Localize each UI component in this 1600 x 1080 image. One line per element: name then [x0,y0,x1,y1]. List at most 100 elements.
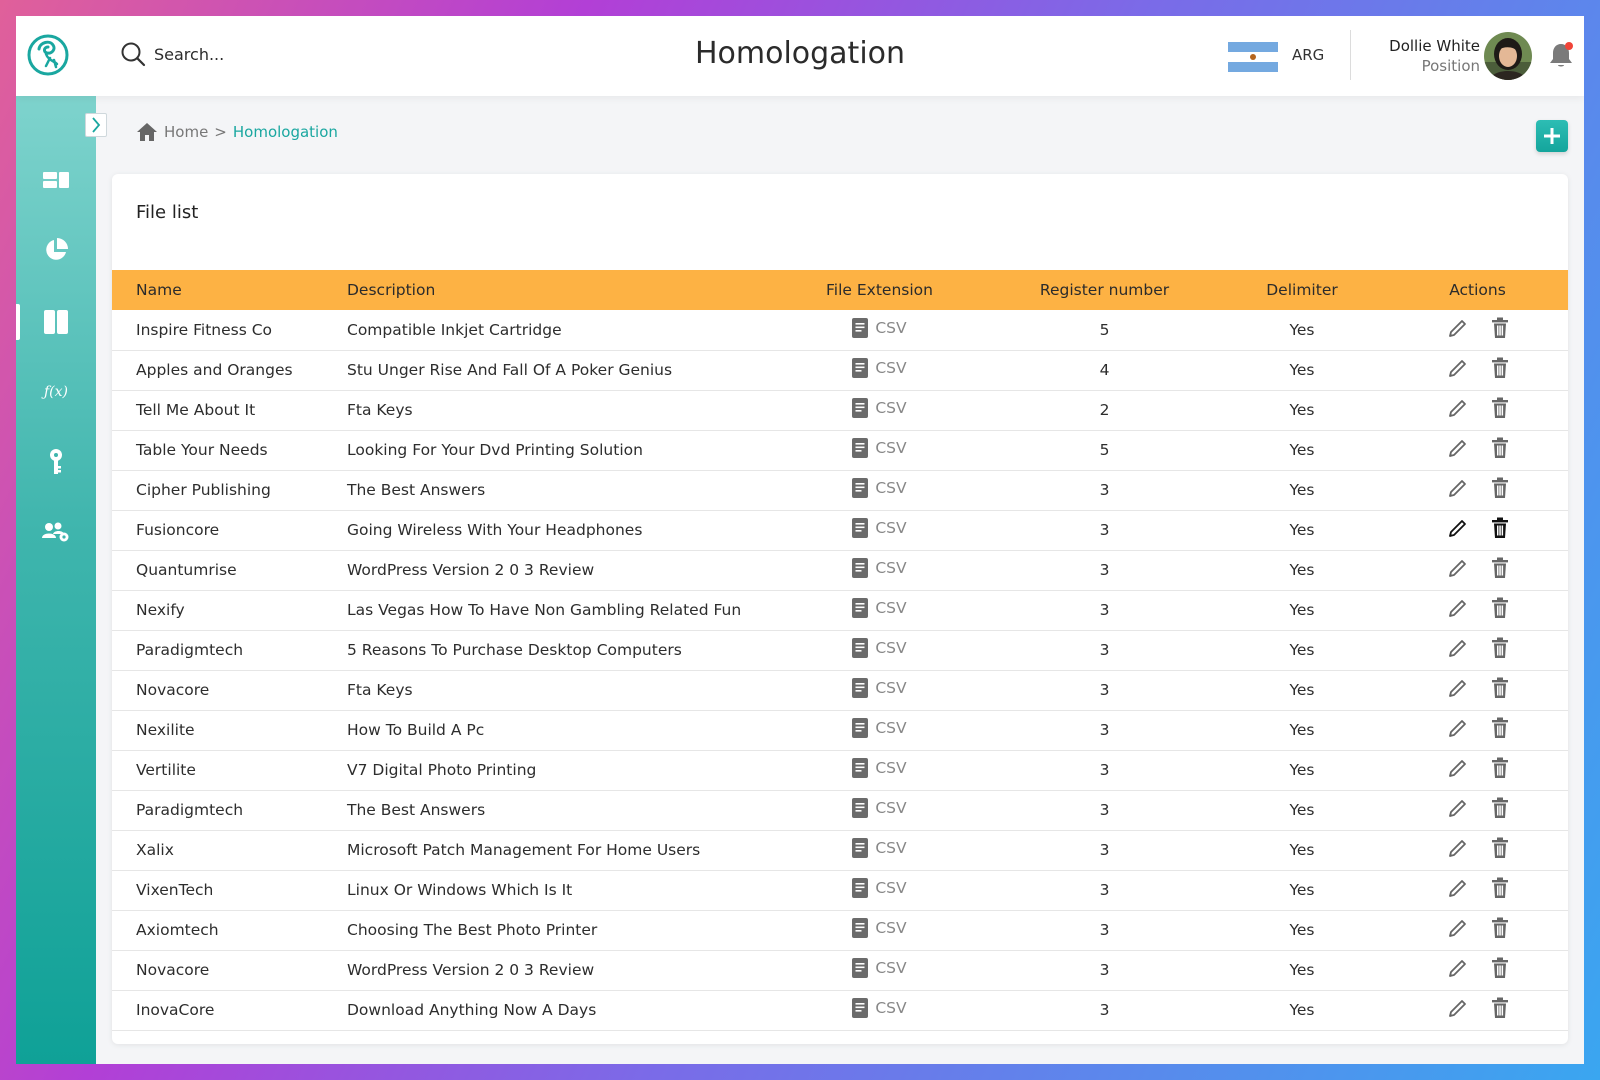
sidebar-item-reports[interactable] [16,228,96,272]
row-actions [1447,517,1509,539]
delete-button[interactable] [1491,917,1509,939]
file-extension-label: CSV [875,359,907,377]
cell-name: Vertilite [136,761,196,779]
file-extension-label: CSV [875,719,907,737]
edit-button[interactable] [1447,677,1469,699]
sidebar-item-dashboard[interactable] [16,158,96,202]
edit-button[interactable] [1447,637,1469,659]
edit-button[interactable] [1447,957,1469,979]
delete-button[interactable] [1491,757,1509,779]
cell-file-extension: CSV [767,550,992,590]
edit-button[interactable] [1447,397,1469,419]
table-row[interactable]: Fusioncore Going Wireless With Your Headp… [112,510,1568,550]
delete-button[interactable] [1491,517,1509,539]
row-actions [1447,477,1509,499]
file-extension-label: CSV [875,799,907,817]
search-input[interactable]: Search... [120,41,224,67]
trash-icon [1491,357,1508,378]
edit-button[interactable] [1447,837,1469,859]
sidebar-item-keys[interactable] [16,440,96,484]
breadcrumb-home[interactable]: Home [164,123,208,141]
cell-register-number: 3 [1099,481,1110,499]
delete-button[interactable] [1491,837,1509,859]
cell-delimiter: Yes [1289,641,1315,659]
edit-button[interactable] [1447,757,1469,779]
table-row[interactable]: Cipher Publishing The Best Answers CSV 3 Yes [112,470,1568,510]
table-row[interactable]: Novacore WordPress Version 2 0 3 Review CS… [112,950,1568,990]
table-row[interactable]: Apples and Oranges Stu Unger Rise And Fal… [112,350,1568,390]
sidebar-toggle-button[interactable] [85,113,107,137]
cell-delimiter: Yes [1289,841,1315,859]
table-row[interactable]: Tell Me About It Fta Keys CSV 2 Yes [112,390,1568,430]
column-header-file-extension: File Extension [826,281,933,299]
table-row[interactable]: Novacore Fta Keys CSV 3 Yes [112,670,1568,710]
table-row[interactable]: Xalix Microsoft Patch Management For Home… [112,830,1568,870]
edit-button[interactable] [1447,557,1469,579]
file-icon [852,958,869,978]
table-row[interactable]: InovaCore Download Anything Now A Days CSV… [112,990,1568,1030]
table-row[interactable]: Nexilite How To Build A Pc CSV 3 Yes [112,710,1568,750]
home-icon[interactable] [136,122,158,142]
page-title: Homologation [694,36,906,71]
cell-file-extension: CSV [767,630,992,670]
bell-icon[interactable] [1548,41,1574,69]
logo-icon[interactable] [26,33,70,77]
country-selector[interactable]: ARG [1292,46,1324,64]
trash-icon [1491,837,1508,858]
table-row[interactable]: Inspire Fitness Co Compatible Inkjet Cart… [112,310,1568,350]
edit-button[interactable] [1447,517,1469,539]
delete-button[interactable] [1491,357,1509,379]
edit-button[interactable] [1447,357,1469,379]
table-row[interactable]: Table Your Needs Looking For Your Dvd Pri… [112,430,1568,470]
edit-button[interactable] [1447,437,1469,459]
sidebar-item-functions[interactable]: ƒ(x) [16,370,96,414]
add-file-button[interactable] [1536,120,1568,152]
delete-button[interactable] [1491,477,1509,499]
table-row[interactable]: Quantumrise WordPress Version 2 0 3 Revie… [112,550,1568,590]
table-row[interactable]: VixenTech Linux Or Windows Which Is It CSV… [112,870,1568,910]
file-extension-label: CSV [875,879,907,897]
table-row[interactable]: Axiomtech Choosing The Best Photo Printer… [112,910,1568,950]
delete-button[interactable] [1491,317,1509,339]
sidebar-item-users[interactable] [16,510,96,554]
table-row[interactable]: Paradigmtech 5 Reasons To Purchase Deskto… [112,630,1568,670]
edit-button[interactable] [1447,877,1469,899]
delete-button[interactable] [1491,597,1509,619]
cell-delimiter: Yes [1289,761,1315,779]
trash-icon [1491,477,1508,498]
sidebar-item-homologation[interactable] [16,300,96,344]
table-row[interactable]: Vertilite V7 Digital Photo Printing CSV 3 Ye… [112,750,1568,790]
file-extension: CSV [852,558,907,578]
delete-button[interactable] [1491,717,1509,739]
table-row[interactable]: Nexify Las Vegas How To Have Non Gambling… [112,590,1568,630]
search-placeholder: Search... [154,44,225,64]
edit-button[interactable] [1447,597,1469,619]
file-icon [852,998,869,1018]
argentina-flag-icon[interactable] [1228,42,1278,72]
table-row[interactable]: Paradigmtech The Best Answers CSV 3 Yes [112,790,1568,830]
breadcrumb-separator: > [214,123,227,141]
delete-button[interactable] [1491,397,1509,419]
trash-icon [1491,757,1508,778]
delete-button[interactable] [1491,877,1509,899]
delete-button[interactable] [1491,997,1509,1019]
delete-button[interactable] [1491,677,1509,699]
cell-file-extension: CSV [767,430,992,470]
cell-description: Microsoft Patch Management For Home User… [347,841,701,859]
dashboard-icon [43,172,69,188]
delete-button[interactable] [1491,637,1509,659]
delete-button[interactable] [1491,437,1509,459]
avatar[interactable] [1484,32,1532,80]
edit-button[interactable] [1447,917,1469,939]
edit-button[interactable] [1447,477,1469,499]
delete-button[interactable] [1491,557,1509,579]
pencil-icon [1448,400,1466,417]
edit-button[interactable] [1447,797,1469,819]
delete-button[interactable] [1491,797,1509,819]
edit-button[interactable] [1447,317,1469,339]
file-icon [852,878,869,898]
delete-button[interactable] [1491,957,1509,979]
edit-button[interactable] [1447,717,1469,739]
edit-button[interactable] [1447,997,1469,1019]
cell-name: Paradigmtech [136,801,244,819]
